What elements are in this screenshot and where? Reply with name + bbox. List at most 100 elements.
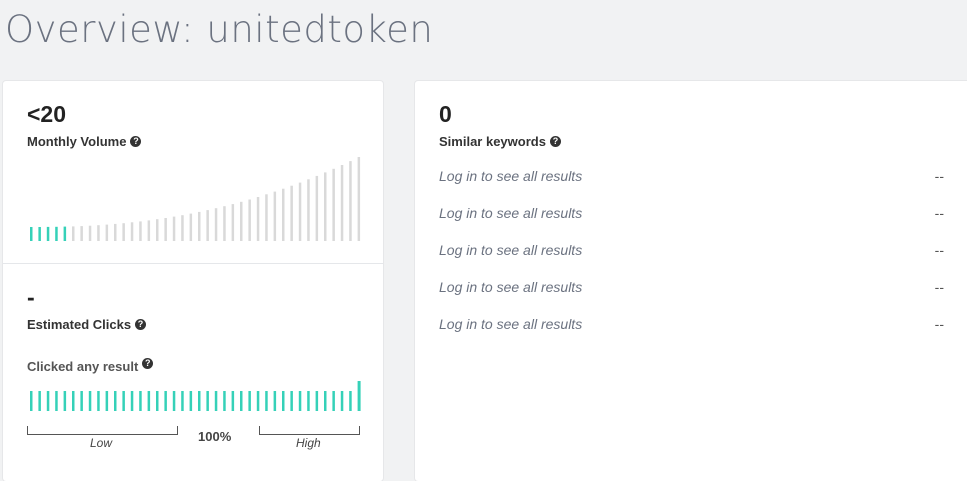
volume-bar [55,226,58,241]
click-bar [122,391,125,411]
login-link[interactable]: Log in to see all results [439,168,582,184]
click-bar [307,391,310,411]
login-link[interactable]: Log in to see all results [439,279,582,295]
volume-bar [240,201,243,241]
similar-keyword-row: Log in to see all results -- [439,316,944,332]
click-bar [114,391,117,411]
high-range-label: High [296,436,321,450]
question-circle-icon[interactable]: ? [142,358,154,369]
click-bar [55,391,58,411]
click-bar [265,391,268,411]
similar-keywords-label-text: Similar keywords [439,134,546,149]
keyword-volume-value: -- [934,279,944,295]
click-bar [290,391,293,411]
volume-bar [97,225,100,241]
volume-bar [315,175,319,241]
click-bar [97,391,100,411]
click-bar [223,391,226,411]
volume-bar [30,227,33,241]
question-circle-icon[interactable]: ? [135,319,147,330]
estimated-clicks-label: Estimated Clicks ? [27,317,147,332]
click-bar [273,391,277,411]
similar-keywords-count: 0 [439,101,452,127]
volume-bar [181,215,184,241]
volume-bar [332,168,335,241]
keyword-volume-value: -- [934,205,944,221]
volume-bar [340,165,344,241]
click-bar [298,391,302,411]
click-bar [139,391,142,411]
click-distribution-bars [30,381,361,411]
click-bar [256,391,260,411]
volume-bar [46,226,50,241]
volume-bar [214,208,218,241]
volume-bar [38,227,41,241]
volume-bar [80,226,83,241]
click-bar [164,391,167,411]
volume-bar [231,204,235,241]
section-divider [3,263,383,264]
click-bar [105,391,109,411]
volume-bar [114,223,117,241]
volume-bar [63,226,67,241]
click-bar [189,391,193,411]
low-range-label: Low [90,436,113,450]
similar-keyword-row: Log in to see all results -- [439,168,944,184]
click-bar [240,391,243,411]
monthly-volume-value: <20 [27,101,67,127]
monthly-volume-chart [30,157,361,241]
login-link[interactable]: Log in to see all results [439,242,582,258]
login-link[interactable]: Log in to see all results [439,205,582,221]
volume-bar [206,210,209,241]
click-bar [38,391,41,411]
click-bar [324,391,327,411]
volume-bar [290,185,293,241]
volume-bar [156,219,159,241]
volume-bar [223,206,226,241]
click-bar [147,391,151,411]
click-percent: 100% [198,429,232,444]
click-bar [156,391,159,411]
similar-keywords-card: 0 Similar keywords ? Log in to see all r… [415,81,967,481]
volume-bar [72,226,75,241]
login-link[interactable]: Log in to see all results [439,316,582,332]
click-bar [231,391,235,411]
click-bar [248,391,251,411]
similar-keyword-row: Log in to see all results -- [439,205,944,221]
question-circle-icon[interactable]: ? [549,136,561,147]
volume-bar [265,194,268,241]
click-bar [340,391,344,411]
similar-keyword-row: Log in to see all results -- [439,242,944,258]
estimated-clicks-value: - [27,284,35,310]
volume-bar [172,216,176,241]
click-bar [63,391,67,411]
similar-keywords-label: Similar keywords ? [439,134,561,149]
similar-keyword-row: Log in to see all results -- [439,279,944,295]
low-range-bracket [27,426,178,435]
volume-bar [256,197,260,241]
volume-bar [349,161,352,241]
click-bar [88,391,92,411]
high-range-bracket [259,426,360,435]
clicked-any-result-label: Clicked any result ? [27,358,154,374]
volume-bar [147,220,151,241]
keyword-volume-value: -- [934,242,944,258]
click-bar [172,391,176,411]
volume-bar [273,191,277,241]
volume-bar [164,218,167,241]
click-bar [198,391,201,411]
volume-bar [130,222,134,241]
volume-bar [307,179,310,241]
volume-clicks-card: <20 Monthly Volume ? - Estimated Clicks … [3,81,383,481]
estimated-clicks-label-text: Estimated Clicks [27,317,132,332]
volume-bar [324,172,327,241]
volume-bar [298,182,302,241]
click-bar [282,391,285,411]
page-title: Overview: unitedtoken [5,8,434,51]
clicked-any-result-label-text: Clicked any result [27,359,139,374]
volume-bar [105,224,109,241]
click-bar [357,381,361,411]
click-bar [72,391,75,411]
volume-bar [122,223,125,241]
keyword-volume-value: -- [934,316,944,332]
